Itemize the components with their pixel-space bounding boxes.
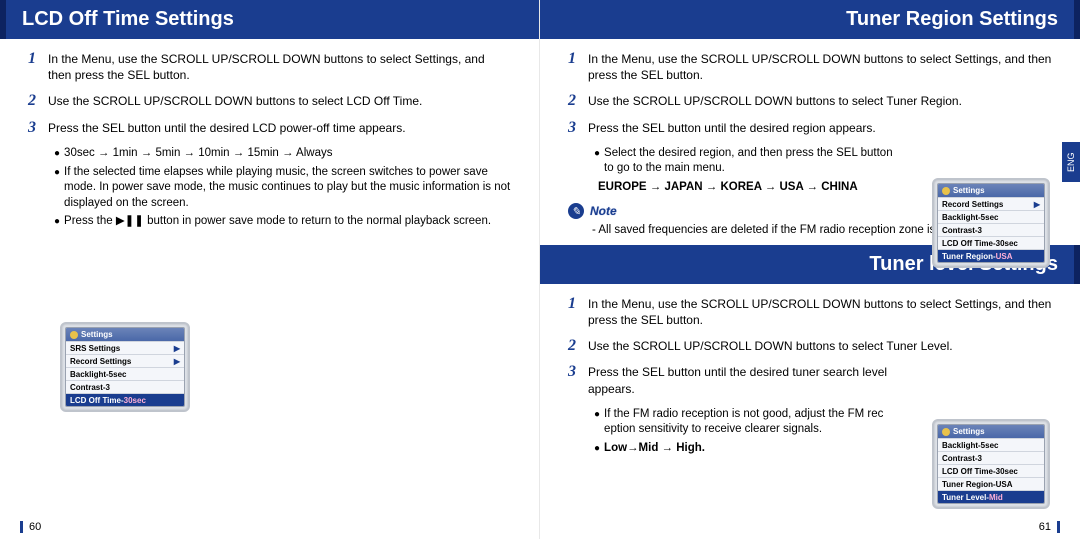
device-screenshot-level: SettingsBacklight-5secContrast-3LCD Off …: [932, 419, 1050, 509]
step-text: Press the SEL button until the desired L…: [48, 120, 406, 136]
bullet-icon: ●: [594, 441, 600, 457]
step-number: 1: [28, 51, 42, 83]
step-number: 3: [568, 364, 582, 396]
bullet-icon: ●: [54, 146, 60, 162]
bullet-icon: ●: [594, 407, 600, 438]
language-tab: ENG: [1062, 142, 1080, 182]
sub-text: If the FM radio reception is not good, a…: [604, 407, 902, 438]
page-number-right: 61: [1039, 521, 1060, 533]
step-text: Use the SCROLL UP/SCROLL DOWN buttons to…: [588, 338, 953, 354]
heading-tuner-region: Tuner Region Settings: [540, 0, 1080, 39]
sub-text: Select the desired region, and then pres…: [604, 146, 902, 177]
heading-lcd-off: LCD Off Time Settings: [0, 0, 539, 39]
step-text: Use the SCROLL UP/SCROLL DOWN buttons to…: [48, 93, 422, 109]
sub-text-bold: EUROPE → JAPAN → KOREA → USA → CHINA: [598, 180, 902, 196]
step-number: 3: [28, 120, 42, 136]
step-number: 1: [568, 296, 582, 328]
page-number-left: 60: [20, 521, 41, 533]
bullet-icon: ●: [594, 146, 600, 177]
step-text: In the Menu, use the SCROLL UP/SCROLL DO…: [588, 296, 1052, 328]
note-icon: ✎: [568, 203, 584, 219]
step-text: Press the SEL button until the desired r…: [588, 120, 876, 136]
note-label: Note: [590, 204, 617, 218]
device-screenshot-region: SettingsRecord Settings▶Backlight-5secCo…: [932, 178, 1050, 268]
step-text: In the Menu, use the SCROLL UP/SCROLL DO…: [588, 51, 1052, 83]
sub-text: Press the ▶❚❚ button in power save mode …: [64, 214, 511, 230]
step-number: 1: [568, 51, 582, 83]
sub-text: 30sec → 1min → 5min → 10min → 15min → Al…: [64, 146, 511, 162]
bullet-icon: ●: [54, 165, 60, 212]
step-number: 2: [28, 93, 42, 109]
sub-text-bold: Low→Mid → High.: [604, 441, 902, 457]
step-text: Use the SCROLL UP/SCROLL DOWN buttons to…: [588, 93, 962, 109]
step-text: In the Menu, use the SCROLL UP/SCROLL DO…: [48, 51, 511, 83]
bullet-icon: ●: [54, 214, 60, 230]
device-screenshot-lcd: SettingsSRS Settings▶Record Settings▶Bac…: [60, 322, 190, 412]
step-text: Press the SEL button until the desired t…: [588, 364, 902, 396]
step-number: 2: [568, 338, 582, 354]
step-number: 2: [568, 93, 582, 109]
sub-text: If the selected time elapses while playi…: [64, 165, 511, 212]
step-number: 3: [568, 120, 582, 136]
